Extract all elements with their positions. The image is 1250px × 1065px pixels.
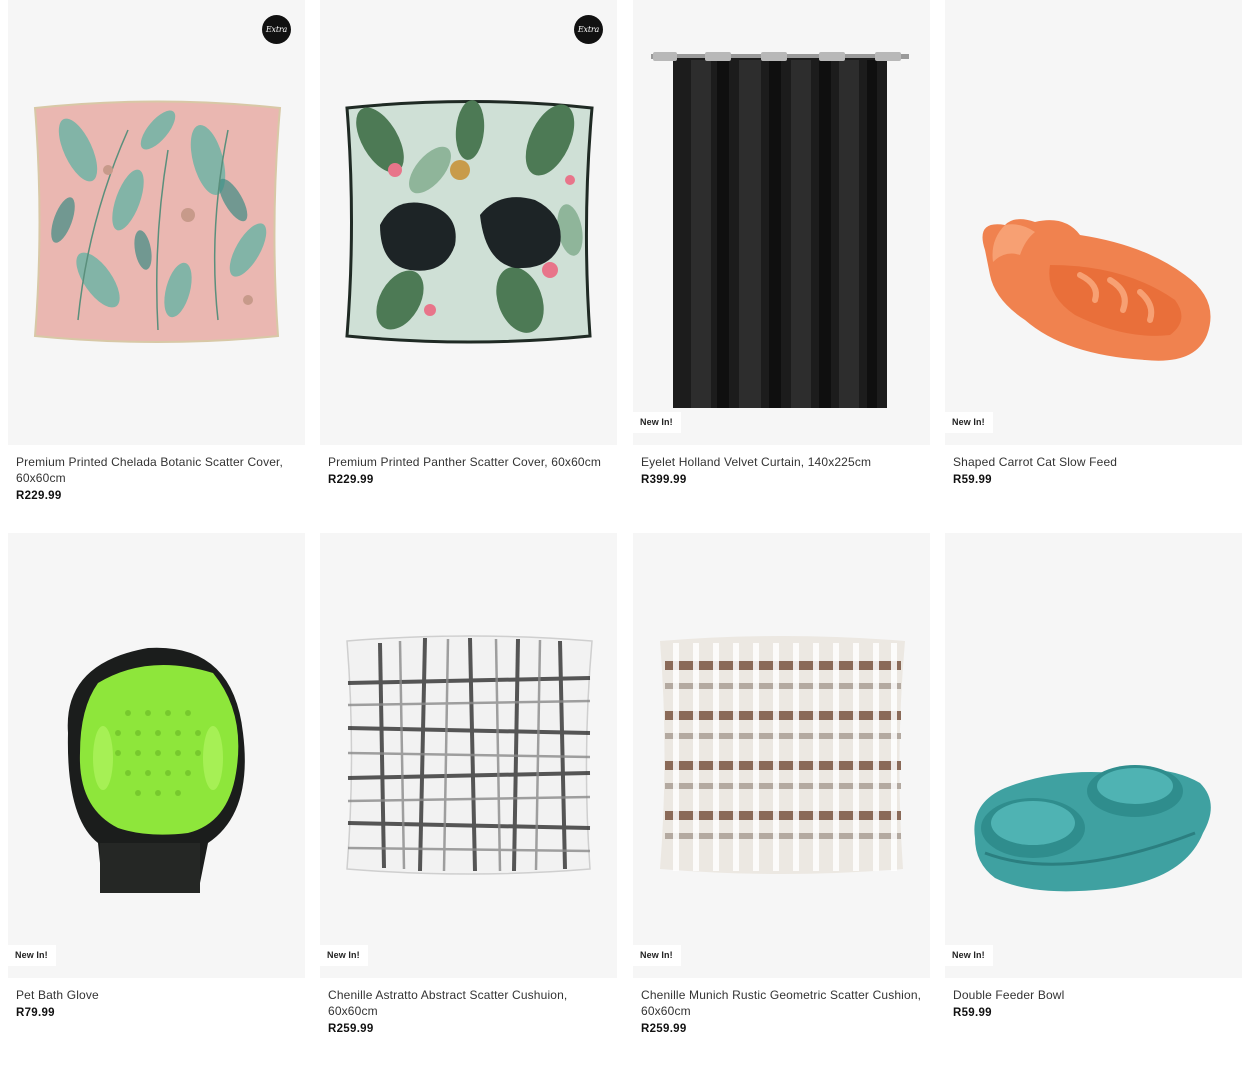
product-card[interactable]: New In! Chenille Munich Rustic Geometric…: [633, 533, 930, 1035]
product-price: R79.99: [16, 1007, 55, 1019]
product-image-area[interactable]: New In!: [945, 0, 1242, 445]
bath-glove-image: [67, 647, 245, 893]
product-price: R259.99: [641, 1023, 687, 1035]
product-price: R259.99: [328, 1023, 374, 1035]
new-in-badge: New In!: [945, 412, 993, 433]
abstract-cushion-image: [346, 635, 593, 875]
product-image-area[interactable]: New In!: [945, 533, 1242, 978]
product-price: R229.99: [16, 490, 62, 502]
new-in-badge: New In!: [633, 945, 681, 966]
extra-badge: Extra: [574, 15, 603, 44]
product-title[interactable]: Pet Bath Glove: [16, 987, 297, 1003]
product-image-area[interactable]: New In!: [633, 0, 930, 445]
product-image-area[interactable]: New In!: [8, 533, 305, 978]
product-card[interactable]: New In! Double Feeder Bowl R59.99: [945, 533, 1242, 1019]
new-in-badge: New In!: [8, 945, 56, 966]
product-card[interactable]: New In! Shaped Carrot Cat Slow Feed R59.…: [945, 0, 1242, 486]
product-grid: Extra Premium Printed Chelada Botanic Sc…: [0, 0, 1250, 1065]
product-card[interactable]: New In! Chenille Astratto Abstract Scatt…: [320, 533, 617, 1035]
product-price: R229.99: [328, 474, 374, 486]
product-title[interactable]: Premium Printed Chelada Botanic Scatter …: [16, 454, 297, 486]
curtain-image: [651, 52, 909, 408]
double-bowl-image: [974, 765, 1211, 892]
product-title[interactable]: Premium Printed Panther Scatter Cover, 6…: [328, 454, 609, 470]
new-in-badge: New In!: [945, 945, 993, 966]
carrot-bowl-image: [982, 219, 1211, 361]
product-image-area[interactable]: New In!: [320, 533, 617, 978]
panther-cushion-image: [345, 100, 594, 344]
product-image-area[interactable]: Extra: [8, 0, 305, 445]
botanic-cushion-image: [33, 100, 282, 343]
geometric-cushion-image: [660, 636, 905, 874]
product-card[interactable]: Extra Premium Printed Panther Scatter Co…: [320, 0, 617, 486]
product-title[interactable]: Shaped Carrot Cat Slow Feed: [953, 454, 1234, 470]
new-in-badge: New In!: [320, 945, 368, 966]
product-image-area[interactable]: Extra: [320, 0, 617, 445]
product-title[interactable]: Eyelet Holland Velvet Curtain, 140x225cm: [641, 454, 922, 470]
product-card[interactable]: New In! Eyelet Holland Velvet Curtain, 1…: [633, 0, 930, 486]
extra-badge: Extra: [262, 15, 291, 44]
new-in-badge: New In!: [633, 412, 681, 433]
product-title[interactable]: Chenille Munich Rustic Geometric Scatter…: [641, 987, 922, 1019]
product-card[interactable]: New In! Pet Bath Glove R79.99: [8, 533, 305, 1019]
product-card[interactable]: Extra Premium Printed Chelada Botanic Sc…: [8, 0, 305, 502]
product-title[interactable]: Chenille Astratto Abstract Scatter Cushu…: [328, 987, 609, 1019]
product-image-area[interactable]: New In!: [633, 533, 930, 978]
product-price: R59.99: [953, 1007, 992, 1019]
product-price: R59.99: [953, 474, 992, 486]
product-price: R399.99: [641, 474, 687, 486]
product-title[interactable]: Double Feeder Bowl: [953, 987, 1234, 1003]
